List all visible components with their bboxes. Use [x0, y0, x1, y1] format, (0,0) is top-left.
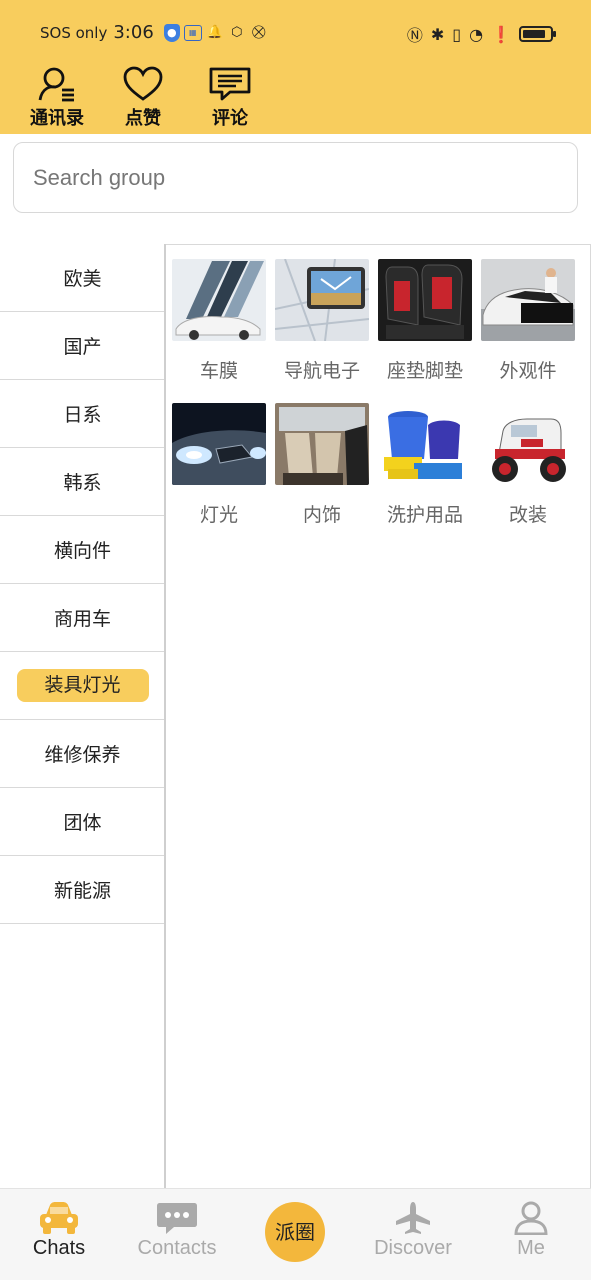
subcategory-label: 车膜	[199, 360, 238, 382]
security-shield-icon: ●	[163, 23, 180, 42]
gps-navigator-image	[275, 259, 369, 341]
app-notify-icon: ▦	[183, 24, 202, 41]
category-item[interactable]: 欧美	[0, 244, 165, 312]
car-exterior-image	[481, 259, 575, 341]
subcategory-item[interactable]: 洗护用品	[375, 403, 475, 527]
subcategory-item[interactable]: 导航电子	[272, 259, 372, 383]
window-film-image	[172, 259, 266, 341]
subcategory-item[interactable]: 改装	[478, 403, 578, 527]
category-label: 装具灯光	[16, 669, 149, 702]
category-item[interactable]: 团体	[0, 788, 165, 856]
chat-bubble-icon	[157, 1203, 197, 1234]
airplane-icon	[396, 1202, 430, 1234]
subcategory-label: 洗护用品	[386, 504, 463, 526]
contacts-list-icon	[38, 67, 74, 102]
wifi-icon: ◔	[469, 24, 484, 44]
category-item[interactable]: 日系	[0, 380, 165, 448]
modified-car-image	[481, 403, 575, 485]
nav-contacts-label: Contacts	[137, 1237, 217, 1259]
like-button[interactable]: 点赞	[108, 66, 178, 129]
category-label: 日系	[63, 404, 102, 426]
nav-chats[interactable]: Chats	[9, 1189, 109, 1281]
comment-label: 评论	[212, 108, 248, 129]
category-label: 欧美	[63, 268, 102, 290]
category-label: 商用车	[53, 608, 111, 630]
alert-icon: ❗	[491, 24, 511, 44]
top-bar: SOS only 3:06 ● ▦ 🔔 ⬡ ⛒ Ⓝ ✱ ▯ ◔ ❗ 通讯录 点赞…	[0, 0, 591, 134]
category-item[interactable]: 新能源	[0, 856, 165, 924]
nav-chats-label: Chats	[32, 1237, 86, 1259]
like-label: 点赞	[125, 108, 161, 129]
subcategory-item[interactable]: 外观件	[478, 259, 578, 383]
contacts-list-label: 通讯录	[30, 108, 84, 129]
nav-contacts[interactable]: Contacts	[127, 1189, 227, 1281]
subcategory-item[interactable]: 内饰	[272, 403, 372, 527]
nav-discover[interactable]: Discover	[363, 1189, 463, 1281]
comment-icon	[209, 67, 251, 101]
bluetooth-icon: ✱	[430, 24, 445, 44]
category-item[interactable]: 维修保养	[0, 720, 165, 788]
headlight-image	[172, 403, 266, 485]
heart-icon	[123, 66, 163, 101]
nfc-icon: Ⓝ	[406, 26, 423, 45]
nav-center-button[interactable]: 派圈	[265, 1202, 325, 1262]
subcategory-label: 内饰	[302, 504, 341, 526]
wash-kit-image	[378, 403, 472, 485]
status-bar: SOS only 3:06 ● ▦ 🔔 ⬡ ⛒ Ⓝ ✱ ▯ ◔ ❗	[0, 0, 591, 66]
subcategory-label: 座垫脚垫	[386, 360, 463, 382]
search-input[interactable]	[14, 143, 577, 212]
cube-icon: ⬡	[231, 24, 243, 40]
nav-discover-label: Discover	[374, 1237, 452, 1259]
vibrate-icon: ▯	[452, 24, 462, 44]
battery-icon	[519, 26, 556, 42]
seat-cover-image	[378, 259, 472, 341]
category-item[interactable]: 国产	[0, 312, 165, 380]
category-item[interactable]: 横向件	[0, 516, 165, 584]
nav-me[interactable]: Me	[481, 1189, 581, 1281]
category-label: 新能源	[53, 880, 111, 902]
category-item[interactable]: 商用车	[0, 584, 165, 652]
category-list: 欧美 国产 日系 韩系 横向件 商用车 装具灯光 维修保养 团体 新能源	[0, 244, 165, 924]
clock-time: 3:06	[113, 22, 154, 43]
category-label: 维修保养	[44, 744, 121, 766]
contacts-list-button[interactable]: 通讯录	[22, 66, 92, 129]
category-label: 横向件	[53, 540, 111, 562]
car-icon	[40, 1202, 78, 1234]
subcategory-label: 外观件	[499, 360, 557, 382]
subcategory-label: 灯光	[199, 504, 238, 526]
subcategory-label: 导航电子	[283, 360, 360, 382]
shield-x-icon: ⛒	[252, 24, 266, 40]
car-interior-image	[275, 403, 369, 485]
category-label: 团体	[63, 812, 102, 834]
bell-icon: 🔔	[206, 24, 223, 40]
category-label: 国产	[63, 336, 102, 358]
category-label: 韩系	[63, 472, 102, 494]
person-icon	[514, 1201, 548, 1235]
subcategory-item[interactable]: 车膜	[169, 259, 269, 383]
subcategory-label: 改装	[508, 504, 547, 526]
category-item-active[interactable]: 装具灯光	[0, 652, 165, 720]
search-box	[13, 142, 578, 213]
comment-button[interactable]: 评论	[195, 66, 265, 129]
subcategory-panel: 车膜 导航电子 座垫脚垫 外观件 灯光 内饰 洗护用品 改装	[166, 244, 591, 1188]
subcategory-item[interactable]: 座垫脚垫	[375, 259, 475, 383]
category-item[interactable]: 韩系	[0, 448, 165, 516]
subcategory-item[interactable]: 灯光	[169, 403, 269, 527]
nav-me-label: Me	[517, 1237, 545, 1259]
carrier-text: SOS only	[40, 23, 108, 42]
bottom-navigation: Chats Contacts 派圈 Discover Me	[0, 1188, 591, 1280]
